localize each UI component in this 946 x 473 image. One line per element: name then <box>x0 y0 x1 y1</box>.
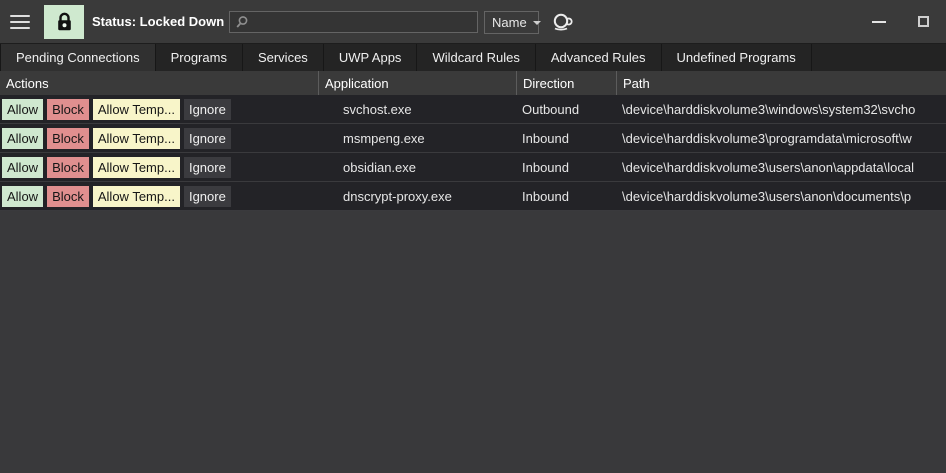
allow-button[interactable]: Allow <box>2 185 44 207</box>
column-header-application[interactable]: Application <box>318 71 516 95</box>
filter-dropdown[interactable]: Name <box>484 11 541 34</box>
minimize-icon <box>871 20 886 23</box>
path-value: \device\harddiskvolume3\programdata\micr… <box>622 130 912 146</box>
application-name: svchost.exe <box>343 101 412 117</box>
path-value: \device\harddiskvolume3\windows\system32… <box>622 101 916 117</box>
direction-value: Inbound <box>522 188 569 204</box>
path-value: \device\harddiskvolume3\users\anon\docum… <box>622 188 912 204</box>
tab-programs[interactable]: Programs <box>155 44 243 71</box>
table-row[interactable]: Allow Block Allow Temp... Ignore dnscryp… <box>0 182 946 211</box>
block-button[interactable]: Block <box>47 98 89 120</box>
ignore-button[interactable]: Ignore <box>183 127 231 149</box>
allow-temp-button[interactable]: Allow Temp... <box>92 98 180 120</box>
search-box[interactable] <box>229 11 478 33</box>
minimize-button[interactable] <box>856 0 901 43</box>
tab-uwp-apps[interactable]: UWP Apps <box>323 44 418 71</box>
application-name: msmpeng.exe <box>343 130 425 146</box>
hamburger-icon <box>10 21 30 23</box>
status-label: Status: Locked Down <box>92 14 225 29</box>
path-value: \device\harddiskvolume3\users\anon\appda… <box>622 159 914 175</box>
filter-dropdown-label: Name <box>492 15 527 30</box>
tab-advanced-rules[interactable]: Advanced Rules <box>535 44 662 71</box>
block-button[interactable]: Block <box>47 156 89 178</box>
coffee-cup-icon <box>550 11 574 33</box>
direction-value: Outbound <box>522 101 580 117</box>
menu-button[interactable] <box>8 10 32 34</box>
ignore-button[interactable]: Ignore <box>183 185 231 207</box>
allow-button[interactable]: Allow <box>2 98 44 120</box>
tab-undefined-programs[interactable]: Undefined Programs <box>661 44 812 71</box>
empty-list-area <box>0 211 946 473</box>
lock-toggle-button[interactable] <box>44 5 84 39</box>
column-header-actions[interactable]: Actions <box>0 71 318 95</box>
hamburger-icon <box>10 15 30 17</box>
firewall-window: Status: Locked Down Name Pending Connect… <box>0 0 946 473</box>
titlebar: Status: Locked Down Name <box>0 0 946 43</box>
row-actions: Allow Block Allow Temp... Ignore <box>0 124 318 152</box>
lock-icon <box>56 12 73 32</box>
row-actions: Allow Block Allow Temp... Ignore <box>0 95 318 123</box>
block-button[interactable]: Block <box>47 185 89 207</box>
allow-temp-button[interactable]: Allow Temp... <box>92 127 180 149</box>
tab-wildcard-rules[interactable]: Wildcard Rules <box>417 44 536 71</box>
column-header-path[interactable]: Path <box>616 71 946 95</box>
tab-services[interactable]: Services <box>242 44 324 71</box>
donate-button[interactable] <box>548 9 576 35</box>
row-actions: Allow Block Allow Temp... Ignore <box>0 153 318 181</box>
column-header-direction[interactable]: Direction <box>516 71 616 95</box>
row-actions: Allow Block Allow Temp... Ignore <box>0 182 318 210</box>
maximize-icon <box>918 16 929 27</box>
application-name: obsidian.exe <box>343 159 416 175</box>
connections-list: Allow Block Allow Temp... Ignore svchost… <box>0 95 946 211</box>
direction-value: Inbound <box>522 130 569 146</box>
table-header: Actions Application Direction Path <box>0 71 946 95</box>
table-row[interactable]: Allow Block Allow Temp... Ignore msmpeng… <box>0 124 946 153</box>
chevron-down-icon <box>532 20 541 25</box>
hamburger-icon <box>10 27 30 29</box>
allow-temp-button[interactable]: Allow Temp... <box>92 185 180 207</box>
maximize-button[interactable] <box>901 0 946 43</box>
tab-bar: Pending Connections Programs Services UW… <box>0 43 946 71</box>
search-icon <box>236 16 248 28</box>
block-button[interactable]: Block <box>47 127 89 149</box>
allow-button[interactable]: Allow <box>2 127 44 149</box>
table-row[interactable]: Allow Block Allow Temp... Ignore obsidia… <box>0 153 946 182</box>
ignore-button[interactable]: Ignore <box>183 156 231 178</box>
direction-value: Inbound <box>522 159 569 175</box>
search-input[interactable] <box>249 13 477 31</box>
ignore-button[interactable]: Ignore <box>183 98 231 120</box>
tab-pending-connections[interactable]: Pending Connections <box>0 44 156 71</box>
table-row[interactable]: Allow Block Allow Temp... Ignore svchost… <box>0 95 946 124</box>
allow-temp-button[interactable]: Allow Temp... <box>92 156 180 178</box>
application-name: dnscrypt-proxy.exe <box>343 188 452 204</box>
allow-button[interactable]: Allow <box>2 156 44 178</box>
window-controls <box>856 0 946 43</box>
